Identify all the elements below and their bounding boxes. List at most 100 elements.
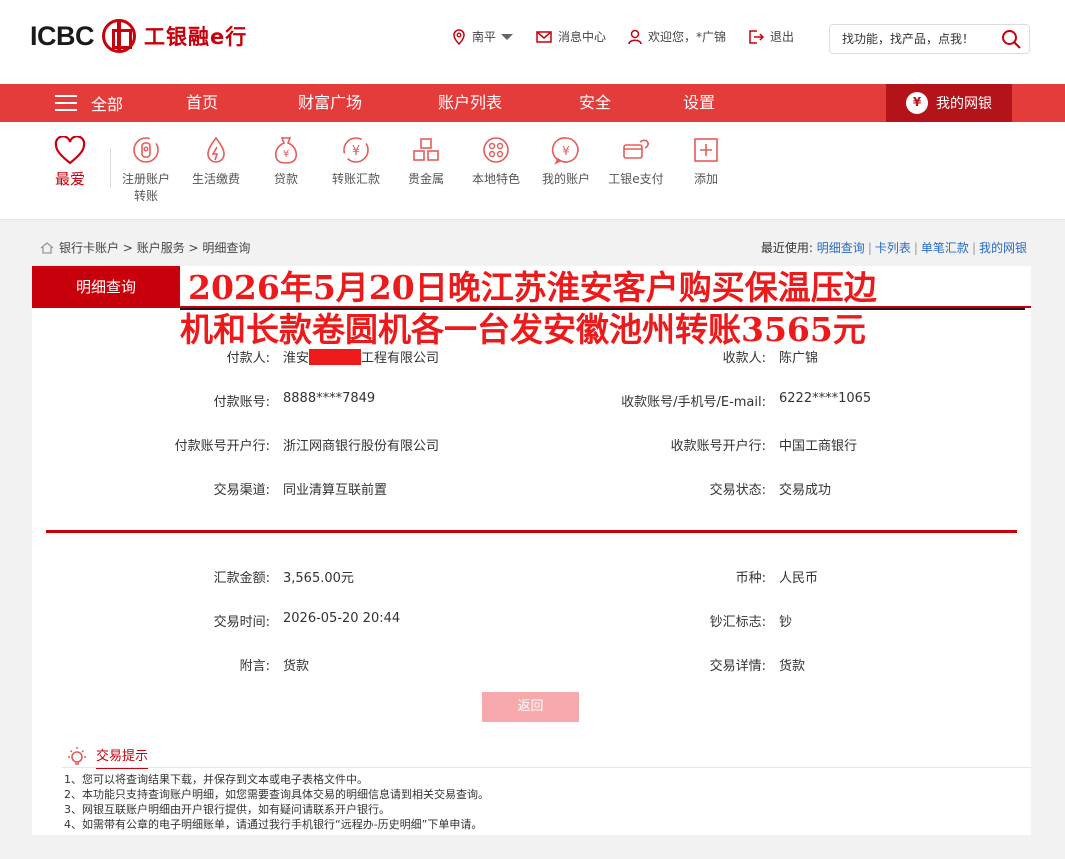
recent-separator: | (971, 241, 976, 255)
quick-item-label: 本地特色 (471, 172, 520, 186)
search-input[interactable] (830, 25, 990, 53)
search-icon (1002, 30, 1021, 49)
logout-link[interactable]: 退出 (748, 28, 794, 45)
recent-link-card-list[interactable]: 卡列表 (875, 241, 911, 255)
nav-item-home[interactable]: 首页 (186, 84, 218, 122)
time-value: 2026-05-20 20:44 (283, 611, 401, 626)
status-label: 交易状态: (709, 483, 766, 498)
recent-used: 最近使用: 明细查询 | 卡列表 | 单笔汇款 | 我的网银 (761, 239, 1027, 256)
search-button[interactable] (1001, 29, 1021, 53)
payer-bank-value: 浙江网商银行股份有限公司 (283, 439, 440, 454)
tip-item: 2、本功能只支持查询账户明细，如您需要查询具体交易的明细信息请到相关交易查询。 (64, 788, 489, 801)
message-center-label: 消息中心 (558, 30, 607, 44)
e-pay-icon (623, 139, 649, 159)
user-welcome[interactable]: 欢迎您，*广锦 (628, 28, 726, 45)
recent-link-single-remit[interactable]: 单笔汇款 (921, 241, 969, 255)
quick-item-transfer[interactable]: ¥ 转账汇款 (321, 134, 391, 187)
tips-panel: 交易提示 1、您可以将查询结果下载，并保存到文本或电子表格文件中。 2、本功能只… (32, 740, 1031, 835)
quick-item-label: 贵金属 (407, 172, 444, 186)
tips-divider (62, 767, 1031, 768)
nav-item-wealth[interactable]: 财富广场 (298, 84, 362, 122)
tip-item: 4、如需带有公章的电子明细账单，请通过我行手机银行“远程办-历史明细”下单申请。 (64, 818, 483, 831)
favorites-button[interactable]: 最爱 (40, 136, 100, 189)
nav-all-menu[interactable]: 全部 (55, 84, 123, 122)
my-account-icon: ¥ (551, 137, 579, 165)
amount-value: 3,565.00元 (283, 571, 354, 586)
my-bank-button[interactable]: 我的网银 (886, 84, 1012, 122)
quick-item-my-account[interactable]: ¥ 我的账户 (531, 134, 601, 187)
quick-item-metal[interactable]: 贵金属 (391, 134, 461, 187)
svg-text:¥: ¥ (562, 144, 570, 158)
section-divider (46, 530, 1017, 533)
logo-text-en: ICBC (30, 20, 95, 51)
top-header: ICBC 工银融e行 南平 消息中心 欢迎您，*广锦 退出 (0, 0, 1065, 84)
tips-list: 1、您可以将查询结果下载，并保存到文本或电子表格文件中。 2、本功能只支持查询账… (64, 772, 489, 832)
location-selector[interactable]: 南平 (452, 28, 514, 45)
svg-text:¥: ¥ (283, 149, 289, 160)
payer-bank-label: 付款账号开户行: (174, 439, 270, 454)
breadcrumb-item-card-account[interactable]: 银行卡账户 (59, 239, 119, 256)
quick-item-label: 我的账户 (541, 172, 590, 186)
quick-item-local[interactable]: 本地特色 (461, 134, 531, 187)
money-bag-icon (906, 92, 928, 114)
back-button[interactable]: 返回 (482, 692, 579, 722)
breadcrumb-separator: > (184, 240, 203, 255)
home-icon (40, 241, 54, 254)
mail-icon (536, 30, 552, 43)
favorites-label: 最爱 (54, 170, 85, 188)
utility-payment-icon (207, 136, 225, 163)
payee-account-label: 收款账号/手机号/E-mail: (621, 395, 766, 410)
payer-account-label: 付款账号: (213, 395, 270, 410)
breadcrumb-separator: > (119, 240, 137, 255)
svg-text:¥: ¥ (352, 144, 360, 159)
nav-item-settings[interactable]: 设置 (683, 84, 715, 122)
breadcrumb: 银行卡账户 > 账户服务 > 明细查询 (40, 239, 250, 256)
annotation-line-1: 2026年5月20日晚江苏淮安客户购买保温压边 (180, 268, 1025, 310)
welcome-text: 欢迎您，*广锦 (648, 30, 727, 44)
breadcrumb-item-account-service[interactable]: 账户服务 (137, 239, 185, 256)
quick-item-label: 贷款 (273, 172, 298, 186)
user-icon (628, 29, 642, 44)
cash-flag-value: 钞 (779, 615, 793, 630)
quick-item-e-pay[interactable]: 工银e支付 (601, 134, 671, 187)
logout-label: 退出 (770, 30, 795, 44)
trade-detail-value: 货款 (779, 659, 806, 674)
recent-separator: | (913, 241, 918, 255)
message-center-link[interactable]: 消息中心 (536, 28, 606, 45)
recent-link-my-bank[interactable]: 我的网银 (979, 241, 1027, 255)
tips-header: 交易提示 (66, 745, 149, 769)
header-tools: 南平 消息中心 欢迎您，*广锦 退出 (452, 28, 816, 45)
quick-item-label-2: 转账 (133, 189, 158, 203)
tip-item: 3、网银互联账户明细由开户银行提供，如有疑问请联系开户银行。 (64, 803, 390, 816)
quick-menu: 最爱 注册账户 转账 生活缴费 ¥ 贷款 ¥ 转账汇款 贵金属 本地特色 ¥ 我… (0, 122, 1065, 220)
amount-label: 汇款金额: (213, 571, 270, 586)
heart-icon (54, 136, 86, 165)
icbc-logo[interactable]: ICBC 工银融e行 (30, 18, 247, 54)
remark-value: 货款 (283, 659, 310, 674)
remark-label: 附言: (239, 659, 270, 674)
location-label: 南平 (472, 30, 497, 44)
loan-icon: ¥ (274, 137, 298, 164)
nav-item-security[interactable]: 安全 (579, 84, 611, 122)
quick-item-loan[interactable]: ¥ 贷款 (251, 134, 321, 187)
quick-item-label: 转账汇款 (331, 172, 380, 186)
channel-value: 同业清算互联前置 (283, 483, 388, 498)
quick-item-account-transfer[interactable]: 注册账户 转账 (111, 134, 181, 204)
payee-account-value: 6222****1065 (779, 391, 872, 406)
payee-bank-value: 中国工商银行 (779, 439, 858, 454)
quick-item-utility[interactable]: 生活缴费 (181, 134, 251, 187)
currency-value: 人民币 (779, 571, 819, 586)
account-transfer-icon (133, 137, 159, 163)
quick-item-label: 注册账户 (121, 172, 170, 186)
tab-detail-query[interactable]: 明细查询 (32, 266, 180, 308)
payer-suffix: 工程有限公司 (361, 351, 440, 366)
location-pin-icon (453, 28, 465, 45)
quick-item-add[interactable]: 添加 (671, 134, 741, 187)
nav-item-accounts[interactable]: 账户列表 (438, 84, 502, 122)
local-feature-icon (483, 137, 509, 163)
annotation-line-2: 机和长款卷圆机各一台发安徽池州转账3565元 (180, 310, 866, 349)
cash-flag-label: 钞汇标志: (709, 615, 766, 630)
payee-bank-label: 收款账号开户行: (670, 439, 766, 454)
search-box (829, 24, 1030, 54)
recent-link-detail-query[interactable]: 明细查询 (817, 241, 865, 255)
